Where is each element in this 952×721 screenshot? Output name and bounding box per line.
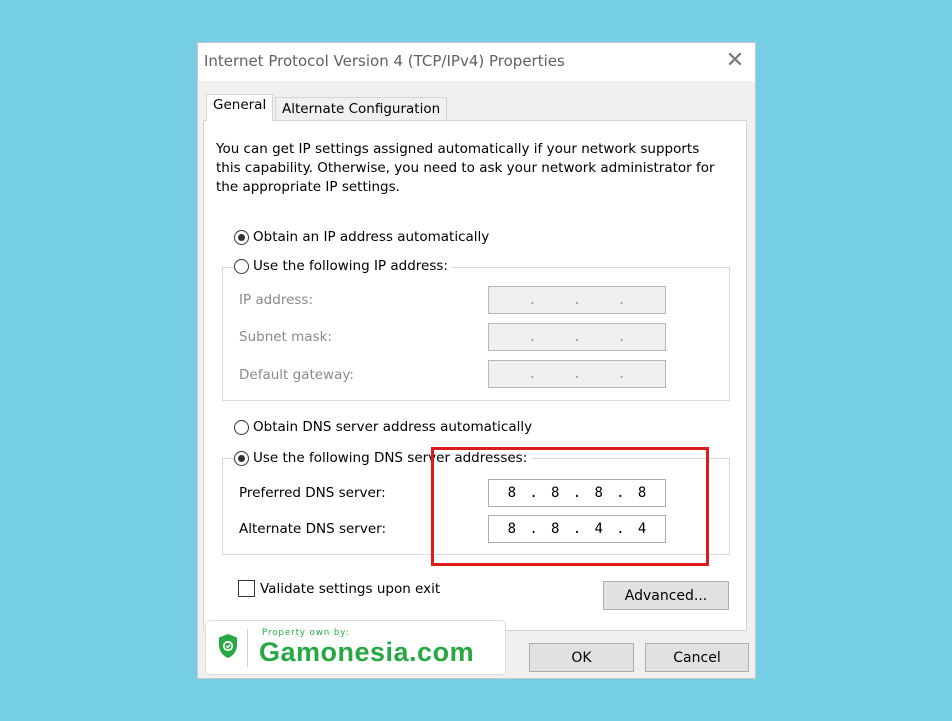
description-text: You can get IP settings assigned automat… [216,141,715,195]
obtain-dns-auto-label: Obtain DNS server address automatically [253,419,533,435]
validate-settings-checkbox-row[interactable]: Validate settings upon exit [238,580,440,597]
dialog-title: Internet Protocol Version 4 (TCP/IPv4) P… [204,52,565,70]
close-icon[interactable]: ✕ [724,49,746,73]
alternate-dns-label: Alternate DNS server: [239,521,387,537]
radio-button-selected[interactable] [234,450,249,466]
radio-button-selected[interactable] [234,229,249,245]
default-gateway-input[interactable]: ... [488,360,666,388]
preferred-dns-label: Preferred DNS server: [239,485,386,501]
ip-address-label: IP address: [239,292,313,308]
shield-icon [218,633,238,663]
use-following-ip-label: Use the following IP address: [253,258,448,274]
validate-settings-label: Validate settings upon exit [260,580,441,597]
watermark-badge: Property own by: Gamonesia.com [205,620,506,675]
watermark-divider [247,629,248,667]
ip-address-input[interactable]: ... [488,286,666,314]
cancel-button[interactable]: Cancel [645,643,749,672]
ok-button[interactable]: OK [529,643,634,672]
tab-alternate-configuration[interactable]: Alternate Configuration [275,97,448,121]
subnet-mask-input[interactable]: ... [488,323,666,351]
watermark-brand: Gamonesia.com [259,637,475,667]
radio-obtain-dns-auto[interactable]: Obtain DNS server address automatically [234,419,537,435]
radio-button-unselected[interactable] [234,419,249,435]
subnet-mask-label: Subnet mask: [239,329,332,345]
validate-settings-checkbox[interactable] [238,580,255,597]
advanced-button[interactable]: Advanced... [603,581,729,610]
radio-use-following-ip[interactable]: Use the following IP address: [234,258,452,274]
radio-button-unselected[interactable] [234,258,249,274]
red-highlight-box [431,447,709,566]
obtain-ip-auto-label: Obtain an IP address automatically [253,229,490,245]
tcpip-properties-dialog: Internet Protocol Version 4 (TCP/IPv4) P… [197,42,756,679]
tab-general[interactable]: General [206,94,274,121]
radio-obtain-ip-auto[interactable]: Obtain an IP address automatically [234,229,494,245]
title-bar: Internet Protocol Version 4 (TCP/IPv4) P… [198,43,755,81]
default-gateway-label: Default gateway: [239,367,354,383]
